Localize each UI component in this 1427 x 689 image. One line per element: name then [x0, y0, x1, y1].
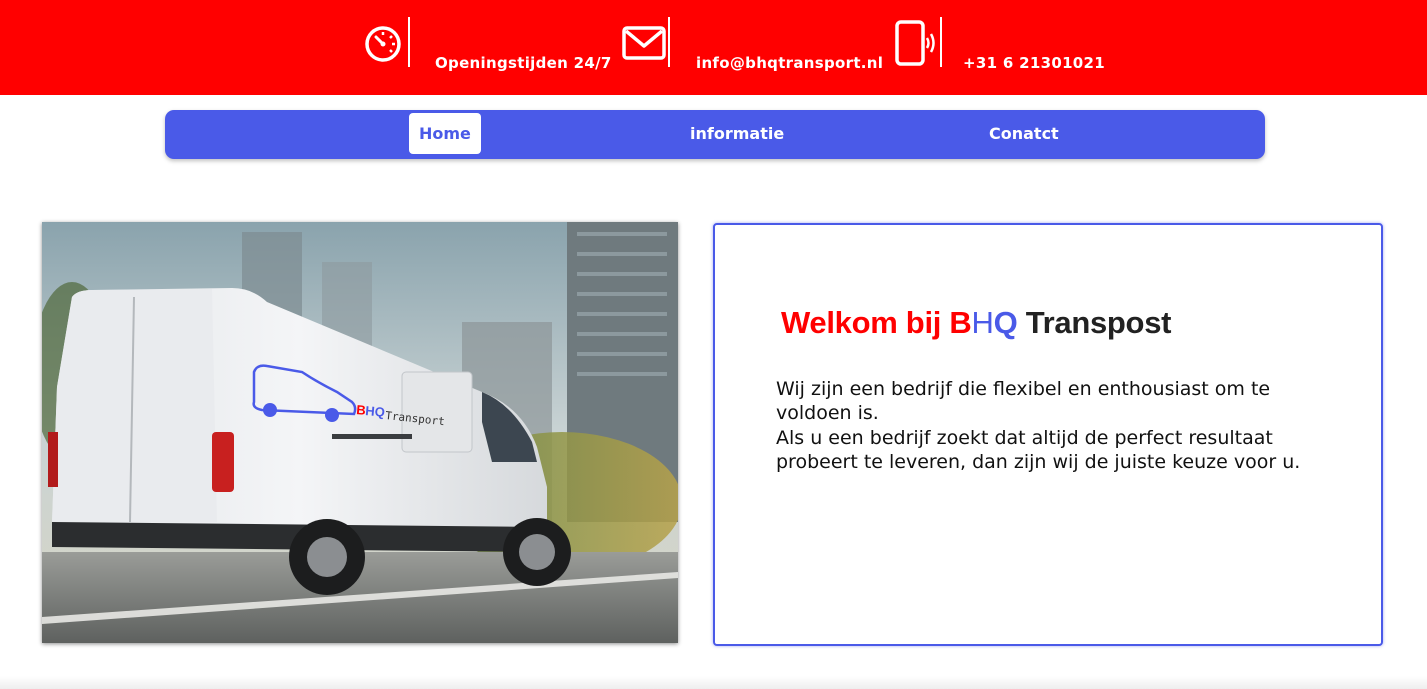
intro-paragraph: Wij zijn een bedrijf die flexibel en ent… — [776, 378, 1271, 424]
divider — [668, 17, 670, 67]
hero-van-image: B HQ Transport — [42, 222, 678, 643]
footer-shade — [0, 676, 1427, 689]
welcome-card: Welkom bij BHQ Transpost Wij zijn een be… — [713, 223, 1383, 646]
nav-item-home[interactable]: Home — [409, 113, 481, 154]
divider — [940, 17, 942, 67]
title-rest: Transpost — [1017, 305, 1172, 340]
email-link[interactable]: info@bhqtransport.nl — [696, 54, 883, 72]
mail-icon[interactable] — [622, 26, 666, 65]
phone-number-link[interactable]: +31 6 21301021 — [963, 54, 1105, 72]
title-b: B — [949, 305, 972, 340]
top-contact-bar: Openingstijden 24/7 info@bhqtransport.nl… — [0, 0, 1427, 95]
nav-item-informatie[interactable]: informatie — [680, 113, 794, 154]
title-h: H — [971, 305, 994, 340]
clock-icon — [363, 24, 403, 69]
nav-item-contact[interactable]: Conatct — [979, 113, 1069, 154]
divider — [408, 17, 410, 67]
van-brand-hq: HQ — [365, 403, 386, 420]
opening-hours-text: Openingstijden 24/7 — [435, 54, 612, 72]
main-nav: Home informatie Conatct — [165, 110, 1265, 159]
title-q: Q — [993, 305, 1018, 340]
intro-paragraph-2: Als u een bedrijf zoekt dat altijd de pe… — [776, 427, 1301, 473]
title-welcome-text: Welkom bij — [781, 305, 950, 340]
welcome-title: Welkom bij BHQ Transpost — [781, 305, 1171, 341]
phone-icon[interactable] — [895, 20, 937, 71]
